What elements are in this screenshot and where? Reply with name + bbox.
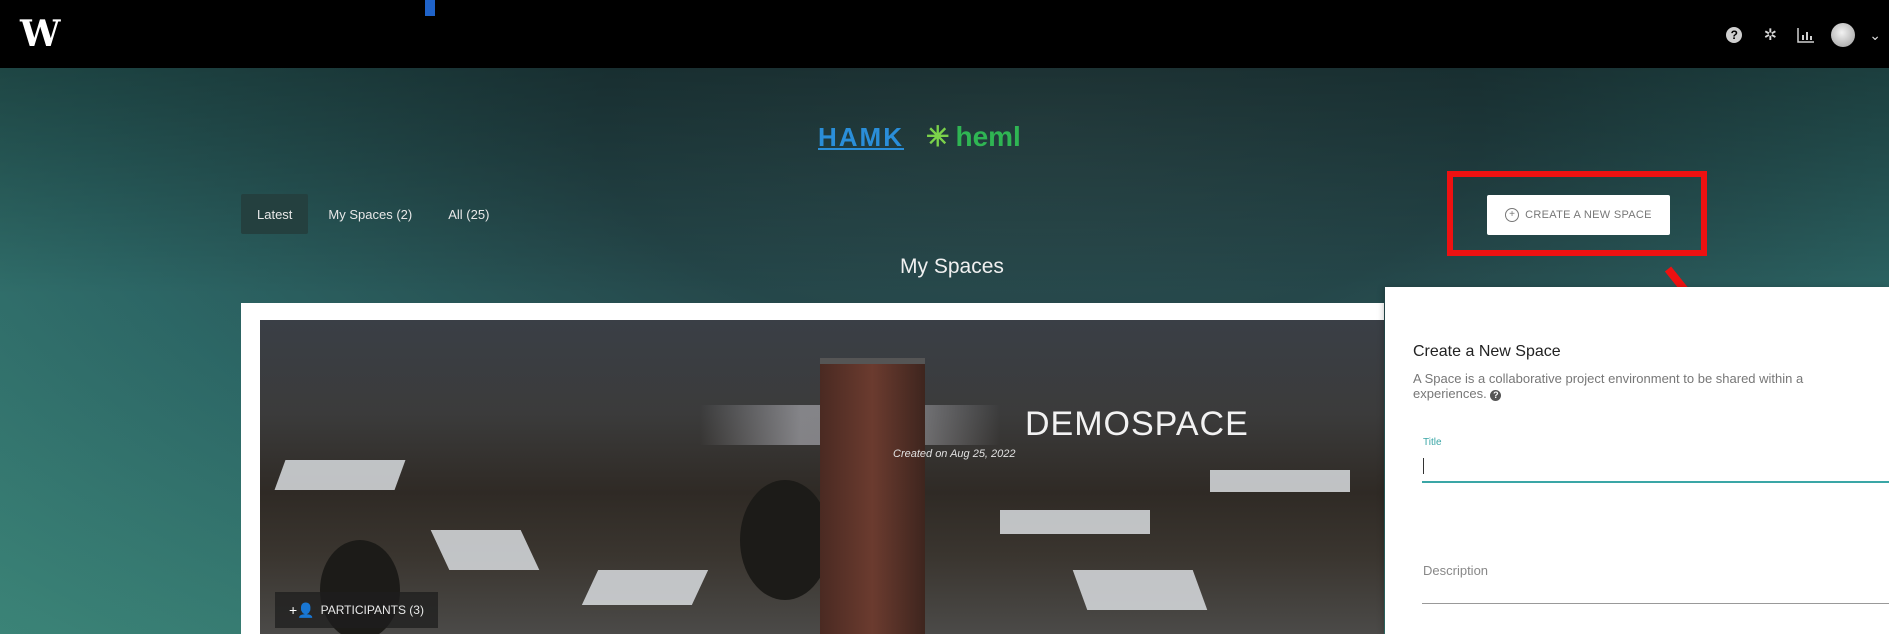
- analytics-icon[interactable]: [1795, 24, 1817, 46]
- roof-shape: [430, 530, 540, 570]
- participants-button[interactable]: +👤 PARTICIPANTS (3): [275, 592, 438, 628]
- heml-logo-text: heml: [955, 120, 1021, 152]
- add-participant-icon: +👤: [289, 601, 315, 618]
- create-new-space-button[interactable]: + CREATE A NEW SPACE: [1487, 195, 1670, 235]
- panel-description-line1: A Space is a collaborative project envir…: [1413, 371, 1804, 386]
- roof-shape: [274, 460, 406, 490]
- space-title[interactable]: DEMOSPACE: [1025, 405, 1249, 444]
- space-card-image[interactable]: [260, 320, 1384, 634]
- description-field-label: Description: [1423, 563, 1489, 578]
- space-filter-tabs: Latest My Spaces (2) All (25): [241, 194, 505, 234]
- top-accent-mark: [425, 0, 435, 16]
- help-icon[interactable]: ?: [1723, 24, 1745, 46]
- hamk-logo: HAMK: [818, 121, 904, 152]
- heml-mark-icon: ✳: [926, 121, 950, 152]
- chevron-down-icon[interactable]: ⌄: [1869, 27, 1881, 44]
- title-field-label: Title: [1423, 437, 1442, 448]
- top-right-toolbar: ? ✲ ⌄: [1723, 22, 1881, 48]
- section-title: My Spaces: [900, 255, 1004, 278]
- tab-all[interactable]: All (25): [432, 194, 505, 234]
- gear-icon[interactable]: ✲: [1759, 24, 1781, 46]
- text-cursor: [1423, 458, 1424, 474]
- app-logo[interactable]: W: [20, 14, 70, 54]
- heml-logo: ✳ heml: [926, 120, 1021, 153]
- info-icon[interactable]: ?: [1490, 390, 1502, 401]
- roof-shape: [581, 570, 709, 605]
- tab-my-spaces[interactable]: My Spaces (2): [312, 194, 428, 234]
- create-new-space-label: CREATE A NEW SPACE: [1525, 209, 1652, 221]
- roof-shape: [1210, 470, 1350, 492]
- space-created-date: Created on Aug 25, 2022: [893, 448, 1016, 460]
- panel-description: A Space is a collaborative project envir…: [1413, 371, 1889, 401]
- title-field[interactable]: [1422, 451, 1889, 483]
- panel-description-line2: experiences.: [1413, 386, 1487, 401]
- description-field[interactable]: [1422, 583, 1889, 604]
- tree-shape: [740, 480, 830, 600]
- roof-shape: [1000, 510, 1150, 534]
- avatar[interactable]: [1831, 23, 1856, 47]
- roof-shape: [1072, 570, 1208, 610]
- panel-title: Create a New Space: [1413, 343, 1561, 360]
- plus-circle-icon: +: [1505, 208, 1520, 222]
- participants-label: PARTICIPANTS (3): [320, 603, 424, 617]
- tab-latest[interactable]: Latest: [241, 194, 309, 234]
- partner-logos: HAMK ✳ heml: [818, 120, 1021, 153]
- top-navigation-bar: [0, 0, 1889, 68]
- tower-shape: [820, 358, 925, 634]
